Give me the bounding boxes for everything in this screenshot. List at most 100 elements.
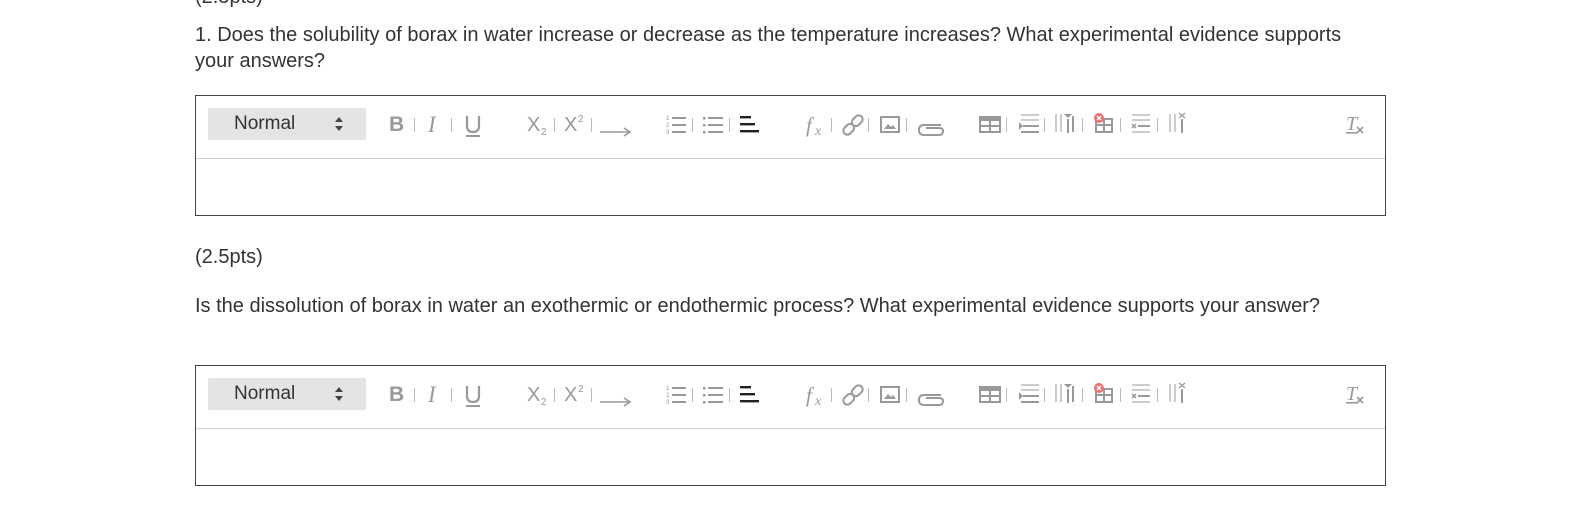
select-arrows-icon [335,117,343,131]
toolbar-separator [1044,118,1045,132]
toolbar-separator [1082,118,1083,132]
unordered-list-icon[interactable] [703,110,725,140]
unordered-list-icon[interactable] [703,380,725,410]
link-icon[interactable] [842,380,864,410]
toolbar-separator [414,118,415,132]
clear-format-icon[interactable]: T [1344,110,1368,140]
toolbar-separator [554,388,555,402]
format-select-value: Normal [234,113,296,134]
toolbar-separator [1120,388,1121,402]
link-icon[interactable] [842,110,864,140]
toolbar-separator [414,388,415,402]
toolbar-separator [1157,118,1158,132]
svg-text:X: X [527,114,540,136]
toolbar-separator [591,118,592,132]
italic-icon[interactable]: I [428,380,436,410]
question-2-text: Is the dissolution of borax in water an … [195,295,1321,317]
svg-text:X: X [564,114,577,136]
editor-content-area[interactable] [196,429,1385,485]
delete-row-icon[interactable] [1130,110,1152,140]
svg-text:f: f [806,383,815,407]
ordered-list-icon[interactable]: 123 [666,110,688,140]
answer-editor-1: Normal B I X2 X2 123 fx T [195,95,1386,216]
format-select[interactable]: Normal [208,378,366,410]
svg-text:3: 3 [666,400,670,406]
svg-text:2: 2 [578,384,584,395]
editor-toolbar: Normal B I X2 X2 123 fx T [196,96,1385,159]
bold-icon[interactable]: B [389,110,404,140]
delete-table-icon[interactable] [1093,380,1115,410]
italic-icon[interactable]: I [428,110,436,140]
delete-column-icon[interactable] [1168,380,1190,410]
editor-toolbar: Normal B I X2 X2 123 fx T [196,366,1385,429]
subscript-icon[interactable]: X2 [527,110,551,140]
ordered-list-icon[interactable]: 123 [666,380,688,410]
toolbar-separator [591,388,592,402]
toolbar-separator [1157,388,1158,402]
toolbar-separator [451,118,452,132]
formula-icon[interactable]: fx [806,110,830,140]
attachment-icon[interactable] [917,110,945,140]
toolbar-separator [1044,388,1045,402]
svg-text:x: x [814,124,822,139]
superscript-icon[interactable]: X2 [564,380,588,410]
svg-text:2: 2 [666,123,670,129]
image-icon[interactable] [880,110,900,140]
table-icon[interactable] [979,110,1001,140]
format-select[interactable]: Normal [208,108,366,140]
svg-text:1: 1 [666,116,670,122]
svg-text:f: f [806,113,815,137]
bold-icon[interactable]: B [389,380,404,410]
question-1-text: 1. Does the solubility of borax in water… [195,24,1342,72]
underline-icon[interactable] [463,380,483,410]
insert-row-icon[interactable] [1018,380,1040,410]
svg-text:2: 2 [541,127,547,138]
answer-editor-2: Normal B I X2 X2 123 fx T [195,365,1386,486]
toolbar-separator [451,388,452,402]
toolbar-separator [831,388,832,402]
superscript-icon[interactable]: X2 [564,110,588,140]
arrow-icon[interactable] [599,110,633,140]
toolbar-separator [906,388,907,402]
delete-column-icon[interactable] [1168,110,1190,140]
toolbar-separator [868,388,869,402]
attachment-icon[interactable] [917,380,945,410]
toolbar-separator [729,118,730,132]
question-2-points: (2.5pts) [195,246,263,268]
image-icon[interactable] [880,380,900,410]
svg-text:T: T [1346,113,1359,135]
svg-text:3: 3 [666,130,670,136]
toolbar-separator [1082,388,1083,402]
formula-icon[interactable]: fx [806,380,830,410]
insert-column-icon[interactable] [1054,380,1076,410]
table-icon[interactable] [979,380,1001,410]
insert-row-icon[interactable] [1018,110,1040,140]
toolbar-separator [868,118,869,132]
toolbar-separator [692,118,693,132]
underline-icon[interactable] [463,110,483,140]
delete-row-icon[interactable] [1130,380,1152,410]
subscript-icon[interactable]: X2 [527,380,551,410]
previous-points-label: (2.5pts) [195,0,263,9]
toolbar-separator [692,388,693,402]
svg-text:T: T [1346,383,1359,405]
svg-text:X: X [527,384,540,406]
toolbar-separator [1006,388,1007,402]
svg-text:X: X [564,384,577,406]
toolbar-separator [906,118,907,132]
editor-content-area[interactable] [196,159,1385,215]
toolbar-separator [729,388,730,402]
insert-column-icon[interactable] [1054,110,1076,140]
select-arrows-icon [335,387,343,401]
align-left-icon[interactable] [740,380,762,410]
align-left-icon[interactable] [740,110,762,140]
toolbar-separator [1120,118,1121,132]
arrow-icon[interactable] [599,380,633,410]
svg-text:1: 1 [666,386,670,392]
format-select-value: Normal [234,383,296,404]
clear-format-icon[interactable]: T [1344,380,1368,410]
delete-table-icon[interactable] [1093,110,1115,140]
toolbar-separator [831,118,832,132]
svg-text:2: 2 [578,114,584,125]
svg-text:2: 2 [541,397,547,408]
